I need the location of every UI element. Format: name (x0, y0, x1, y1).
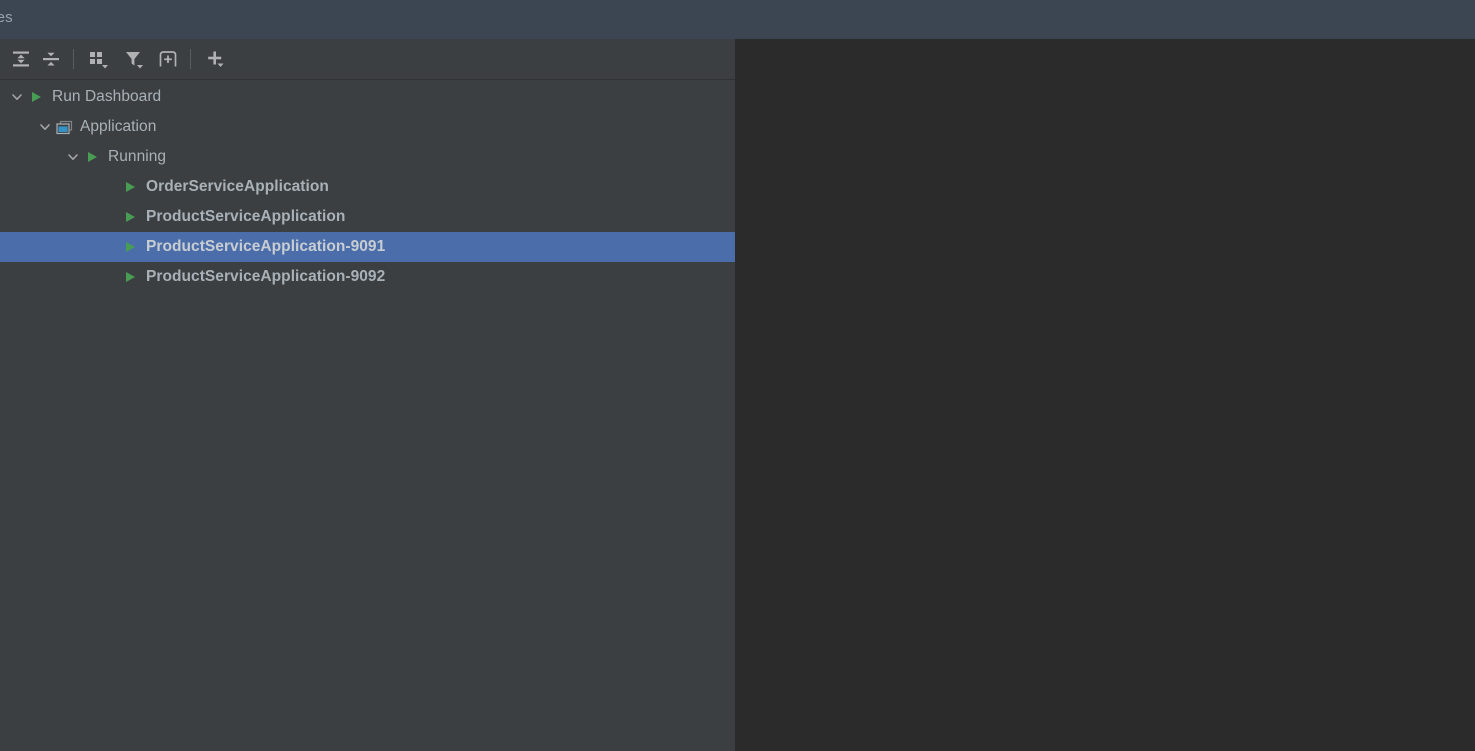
tree-node-label: Run Dashboard (52, 88, 162, 105)
tree-node-label: ProductServiceApplication (146, 208, 346, 225)
filter-icon[interactable] (117, 44, 153, 74)
tree-node-label: ProductServiceApplication-9092 (146, 268, 386, 285)
tree-node-running[interactable]: Running (0, 142, 735, 172)
chevron-down-icon[interactable] (36, 118, 54, 136)
chevron-down-icon[interactable] (8, 88, 26, 106)
toolbar-separator-2 (190, 49, 191, 69)
tree-node-application[interactable]: Application (0, 112, 735, 142)
tree-node-product-service-application[interactable]: ProductServiceApplication (0, 202, 735, 232)
run-green-triangle-icon (82, 148, 102, 166)
group-by-icon[interactable] (81, 44, 117, 74)
tree-node-label: Application (80, 118, 157, 135)
run-green-triangle-icon (120, 268, 140, 286)
toolbar-separator (73, 49, 74, 69)
tree-node-label: OrderServiceApplication (146, 178, 329, 195)
tree-node-label: ProductServiceApplication-9091 (146, 238, 386, 255)
expand-all-icon[interactable] (6, 44, 36, 74)
run-dashboard-panel: Run Dashboard Application Running OrderS… (0, 39, 735, 751)
new-frame-icon[interactable] (153, 44, 183, 74)
tree-node-run-dashboard[interactable]: Run Dashboard (0, 82, 735, 112)
tree-node-product-service-application-9091[interactable]: ProductServiceApplication-9091 (0, 232, 735, 262)
run-green-triangle-icon (120, 178, 140, 196)
service-console-pane[interactable] (735, 39, 1475, 751)
run-green-triangle-icon (120, 208, 140, 226)
run-green-triangle-icon (26, 88, 46, 106)
collapse-all-icon[interactable] (36, 44, 66, 74)
run-dashboard-tree[interactable]: Run Dashboard Application Running OrderS… (0, 80, 735, 751)
services-tool-window: vices (0, 0, 1475, 751)
add-service-icon[interactable] (198, 44, 234, 74)
tree-node-label: Running (108, 148, 167, 165)
run-green-triangle-icon (120, 238, 140, 256)
title-bar: vices (0, 0, 1475, 39)
tool-window-tab-label[interactable]: vices (0, 9, 13, 26)
application-window-icon (54, 118, 74, 136)
dashboard-toolbar (0, 39, 735, 80)
tree-node-product-service-application-9092[interactable]: ProductServiceApplication-9092 (0, 262, 735, 292)
chevron-down-icon[interactable] (64, 148, 82, 166)
tree-node-order-service-application[interactable]: OrderServiceApplication (0, 172, 735, 202)
